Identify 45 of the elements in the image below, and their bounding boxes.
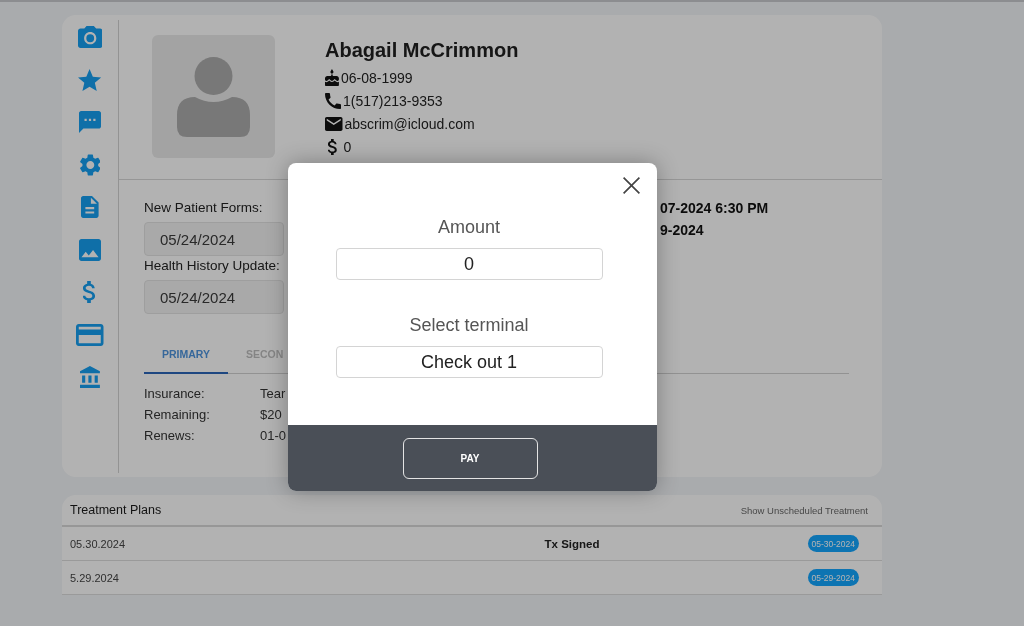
field-label: Insurance: — [144, 386, 206, 401]
phone-number: 1(517)213-9353 — [343, 91, 443, 110]
field-value: Tear — [260, 386, 286, 401]
form-label: Health History Update: — [144, 257, 280, 275]
mail-icon — [325, 116, 343, 131]
field-label: Remaining: — [144, 407, 211, 422]
star-icon[interactable] — [78, 68, 102, 91]
chat-icon[interactable] — [79, 111, 101, 133]
phone-icon — [325, 92, 341, 109]
field-label: Amount — [437, 216, 500, 238]
close-icon — [622, 176, 640, 194]
email-address: abscrim@icloud.com — [344, 114, 475, 133]
settings-icon[interactable] — [79, 153, 101, 176]
show-unscheduled-link[interactable]: Show Unscheduled Treatment — [740, 504, 868, 516]
document-icon[interactable] — [81, 196, 99, 218]
dollar-icon[interactable] — [83, 281, 97, 303]
detail-text: 9-2024 — [660, 221, 704, 240]
plan-date: 5.29.2024 — [70, 571, 120, 584]
plan-date: 05.30.2024 — [70, 537, 127, 550]
credit-card-icon[interactable] — [76, 323, 104, 346]
date-field[interactable]: 05/24/2024 — [144, 222, 284, 256]
cake-icon — [325, 69, 339, 86]
bank-icon[interactable] — [80, 366, 100, 388]
birth-date: 06-08-1999 — [340, 68, 413, 87]
input-field[interactable]: 0 — [335, 248, 603, 280]
balance-amount: 0 — [343, 137, 352, 156]
dollar-icon — [328, 138, 338, 155]
section-title: Treatment Plans — [70, 503, 162, 517]
camera-icon[interactable] — [77, 26, 103, 48]
form-label: New Patient Forms: — [144, 199, 263, 217]
field-value: 01-0 — [260, 428, 287, 443]
person-icon — [177, 56, 250, 137]
date-badge: 05-29-2024 — [807, 569, 859, 586]
close-button[interactable] — [622, 176, 640, 194]
detail-text: 07-2024 6:30 PM — [660, 199, 769, 218]
status-text: Tx Signed — [544, 537, 600, 550]
date-badge: 05-30-2024 — [807, 535, 859, 552]
pay-button[interactable]: PAY — [402, 437, 538, 479]
field-label: Select terminal — [409, 314, 529, 336]
date-field[interactable]: 05/24/2024 — [144, 280, 284, 314]
patient-name: Abagail McCrimmon — [325, 38, 519, 62]
input-field[interactable]: Check out 1 — [335, 346, 603, 378]
field-label: Renews: — [144, 428, 196, 443]
field-value: $20 — [260, 407, 282, 422]
image-icon[interactable] — [79, 238, 101, 261]
